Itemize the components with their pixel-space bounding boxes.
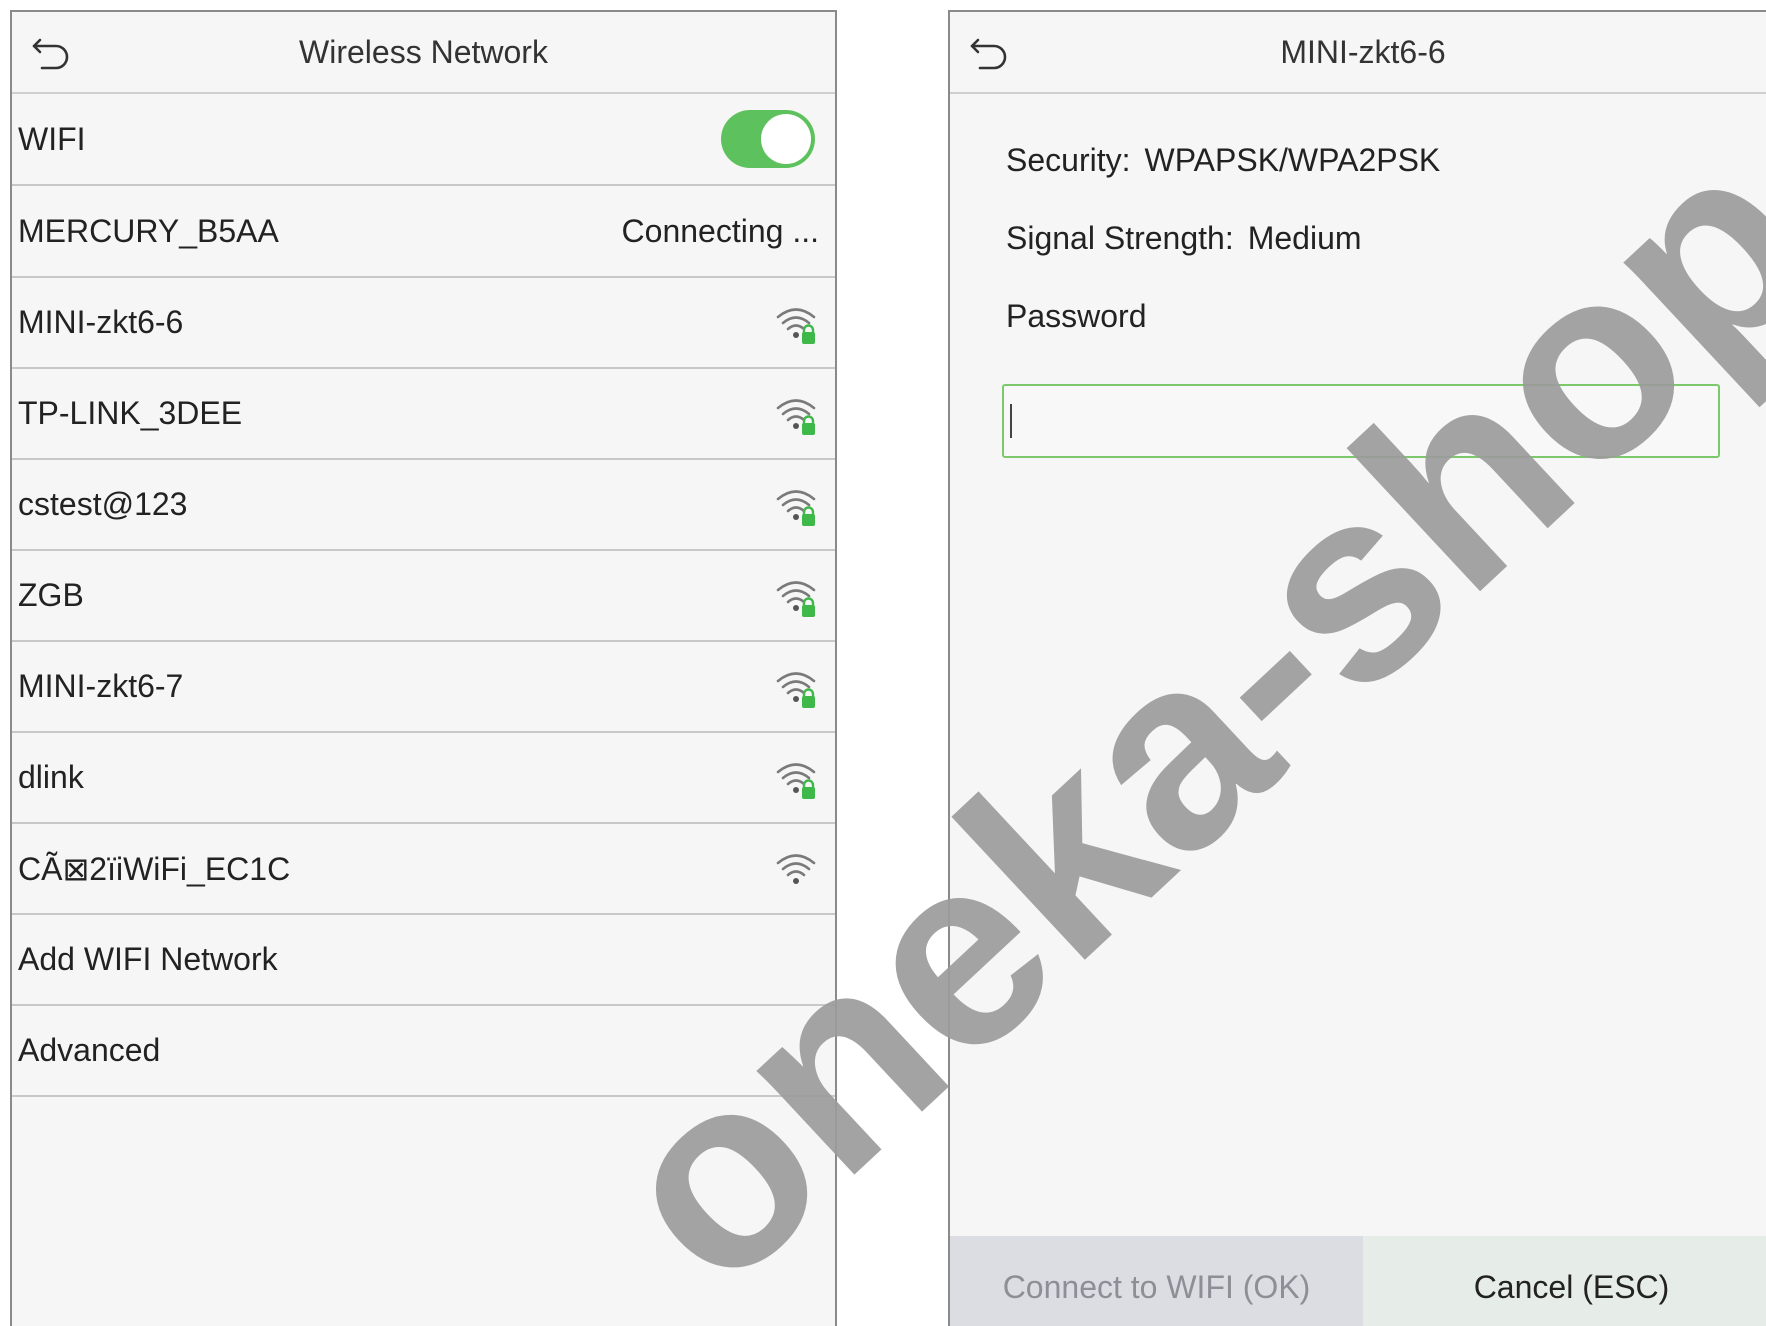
page-title: Wireless Network [299,33,548,70]
network-row[interactable]: cstest@123 [12,460,835,551]
advanced-row[interactable]: Advanced [12,1006,835,1097]
wifi-locked-icon [776,398,816,435]
network-detail-panel: MINI-zkt6-6 Security: WPAPSK/WPA2PSK Sign… [948,10,1766,1326]
wifi-locked-icon [776,762,816,799]
network-row[interactable]: dlink [12,733,835,824]
wifi-icon [776,853,816,884]
cancel-button[interactable]: Cancel (ESC) [1363,1236,1766,1326]
network-name: MINI-zkt6-6 [18,304,184,340]
text-cursor [1010,404,1012,438]
network-name: CÃ⊠2ïiWiFi_EC1C [18,850,291,887]
network-name: MINI-zkt6-7 [18,668,184,704]
signal-strength-value: Medium [1247,220,1362,256]
connection-status: Connecting ... [621,212,819,249]
wireless-network-panel: Wireless Network WIFI MERCURY_B5AA Conne… [10,10,837,1326]
network-row[interactable]: CÃ⊠2ïiWiFi_EC1C [12,824,835,915]
security-value: WPAPSK/WPA2PSK [1144,142,1441,178]
wifi-locked-icon [776,307,816,344]
wifi-toggle[interactable] [721,110,815,168]
network-name: cstest@123 [18,486,188,522]
network-row-connecting[interactable]: MERCURY_B5AA Connecting ... [12,186,835,278]
network-name: dlink [18,759,84,795]
security-label: Security: [1006,142,1131,178]
connect-to-wifi-button[interactable]: Connect to WIFI (OK) [950,1236,1363,1326]
header-bar: MINI-zkt6-6 [950,12,1766,94]
network-row[interactable]: MINI-zkt6-6 [12,278,835,369]
password-input[interactable] [1002,384,1720,458]
wifi-label: WIFI [18,120,86,157]
add-wifi-network-row[interactable]: Add WIFI Network [12,915,835,1006]
signal-strength-label: Signal Strength: [1006,220,1234,256]
toggle-knob [761,114,811,164]
network-name: MERCURY_B5AA [18,212,279,249]
network-row[interactable]: ZGB [12,551,835,642]
network-row[interactable]: TP-LINK_3DEE [12,369,835,460]
header-bar: Wireless Network [12,12,835,94]
wifi-locked-icon [776,580,816,617]
network-name: TP-LINK_3DEE [18,395,243,431]
back-arrow-icon[interactable] [30,32,74,72]
network-list: MINI-zkt6-6 TP-LINK_3DEE cstest@123 ZGB MINI… [12,278,835,915]
wifi-locked-icon [776,489,816,526]
password-label: Password [1006,298,1147,334]
back-arrow-icon[interactable] [968,32,1012,72]
advanced-label: Advanced [18,1032,161,1068]
page-title: MINI-zkt6-6 [1280,33,1446,70]
wifi-locked-icon [776,671,816,708]
network-name: ZGB [18,577,84,613]
network-row[interactable]: MINI-zkt6-7 [12,642,835,733]
add-wifi-network-label: Add WIFI Network [18,941,278,977]
signal-strength-info: Signal Strength: Medium [1006,220,1362,257]
security-info: Security: WPAPSK/WPA2PSK [1006,142,1440,179]
wifi-toggle-row[interactable]: WIFI [12,94,835,186]
